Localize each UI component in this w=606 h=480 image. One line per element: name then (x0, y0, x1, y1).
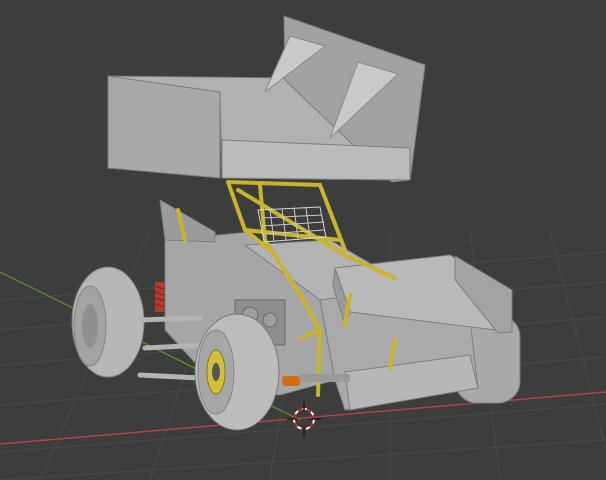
rear-left-tire (71, 266, 145, 378)
x-axis-line (0, 391, 606, 445)
front-left-tire (194, 313, 280, 431)
viewport-canvas[interactable] (0, 0, 606, 480)
3d-viewport[interactable] (0, 0, 606, 480)
3d-cursor-icon[interactable] (287, 402, 321, 436)
rear-shock (154, 282, 165, 312)
top-wing (107, 15, 426, 183)
sprint-car-model[interactable] (71, 15, 521, 431)
